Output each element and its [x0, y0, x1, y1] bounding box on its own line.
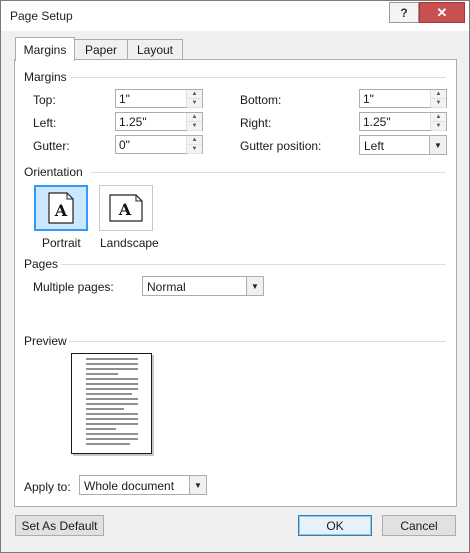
tab-layout-label: Layout [136, 43, 174, 57]
multiple-pages-label: Multiple pages: [33, 280, 114, 294]
preview-text-lines [86, 358, 138, 445]
orientation-section-label: Orientation [24, 165, 83, 179]
right-margin-label: Right: [240, 116, 272, 130]
gutter-label: Gutter: [33, 139, 70, 153]
spin-down-icon[interactable]: ▼ [431, 122, 446, 131]
set-as-default-button[interactable]: Set As Default [15, 515, 104, 536]
chevron-down-icon[interactable]: ▼ [246, 277, 263, 295]
right-margin-value: 1.25" [363, 115, 391, 129]
pages-section-label: Pages [24, 257, 59, 271]
tab-layout[interactable]: Layout [127, 39, 183, 60]
spin-up-icon[interactable]: ▲ [431, 113, 446, 122]
orientation-divider [91, 172, 446, 173]
tab-paper-label: Paper [84, 43, 118, 57]
portrait-label: Portrait [42, 236, 81, 250]
right-margin-spinner[interactable]: 1.25" ▲ ▼ [359, 112, 447, 131]
apply-to-label: Apply to: [24, 480, 71, 494]
preview-page [71, 353, 152, 454]
apply-to-value: Whole document [84, 479, 175, 493]
help-button[interactable]: ? [389, 2, 419, 23]
left-margin-label: Left: [33, 116, 57, 130]
left-margin-arrows: ▲ ▼ [186, 113, 202, 131]
landscape-label: Landscape [100, 236, 159, 250]
title-bar: Page Setup ? ✕ [1, 1, 469, 31]
left-margin-spinner[interactable]: 1.25" ▲ ▼ [115, 112, 203, 131]
top-margin-arrows: ▲ ▼ [186, 90, 202, 108]
top-margin-label: Top: [33, 93, 56, 107]
chevron-down-icon[interactable]: ▼ [189, 476, 206, 494]
top-margin-spinner[interactable]: 1" ▲ ▼ [115, 89, 203, 108]
gutter-value: 0" [119, 138, 130, 152]
chevron-down-icon[interactable]: ▼ [429, 136, 446, 154]
ok-button[interactable]: OK [298, 515, 372, 536]
dialog-body: Margins Paper Layout Margins Top: 1" ▲ ▼… [1, 31, 469, 552]
spin-up-icon[interactable]: ▲ [187, 113, 202, 122]
spin-up-icon[interactable]: ▲ [187, 136, 202, 145]
margins-section-label: Margins [24, 70, 67, 84]
gutter-spinner[interactable]: 0" ▲ ▼ [115, 135, 203, 154]
multiple-pages-select[interactable]: Normal ▼ [142, 276, 264, 296]
multiple-pages-value: Normal [147, 280, 186, 294]
landscape-page-icon: A [109, 194, 143, 222]
preview-divider [69, 341, 446, 342]
help-icon: ? [400, 5, 408, 20]
gutter-position-value: Left [364, 139, 385, 153]
preview-section-label: Preview [24, 334, 67, 348]
set-as-default-label: Set As Default [21, 518, 98, 533]
top-margin-value: 1" [119, 92, 130, 106]
landscape-option[interactable]: A [99, 185, 153, 231]
close-button[interactable]: ✕ [419, 2, 465, 23]
right-margin-arrows: ▲ ▼ [430, 113, 446, 131]
bottom-margin-value: 1" [363, 92, 374, 106]
margins-divider [71, 77, 446, 78]
tab-paper[interactable]: Paper [73, 39, 129, 60]
spin-down-icon[interactable]: ▼ [187, 145, 202, 154]
gutter-arrows: ▲ ▼ [186, 136, 202, 154]
pages-divider [61, 264, 446, 265]
spin-down-icon[interactable]: ▼ [187, 122, 202, 131]
spin-down-icon[interactable]: ▼ [431, 99, 446, 108]
apply-to-select[interactable]: Whole document ▼ [79, 475, 207, 495]
spin-up-icon[interactable]: ▲ [187, 90, 202, 99]
bottom-margin-spinner[interactable]: 1" ▲ ▼ [359, 89, 447, 108]
portrait-glyph: A [54, 201, 68, 220]
bottom-margin-arrows: ▲ ▼ [430, 90, 446, 108]
cancel-label: Cancel [400, 518, 438, 533]
gutter-position-select[interactable]: Left ▼ [359, 135, 447, 155]
tab-margins[interactable]: Margins [15, 37, 75, 61]
close-icon: ✕ [436, 4, 448, 20]
dialog-title: Page Setup [10, 9, 73, 23]
margins-tab-panel: Margins Top: 1" ▲ ▼ Bottom: 1" ▲ ▼ Left: [14, 59, 457, 507]
spin-up-icon[interactable]: ▲ [431, 90, 446, 99]
landscape-glyph: A [118, 200, 132, 219]
portrait-page-icon: A [48, 192, 74, 224]
bottom-margin-label: Bottom: [240, 93, 282, 107]
cancel-button[interactable]: Cancel [382, 515, 456, 536]
left-margin-value: 1.25" [119, 115, 147, 129]
ok-label: OK [326, 518, 344, 533]
gutter-position-label: Gutter position: [240, 139, 322, 153]
portrait-option[interactable]: A [34, 185, 88, 231]
tab-margins-label: Margins [23, 42, 67, 57]
page-setup-dialog: Page Setup ? ✕ Margins Paper Layout Marg… [0, 0, 470, 553]
spin-down-icon[interactable]: ▼ [187, 99, 202, 108]
